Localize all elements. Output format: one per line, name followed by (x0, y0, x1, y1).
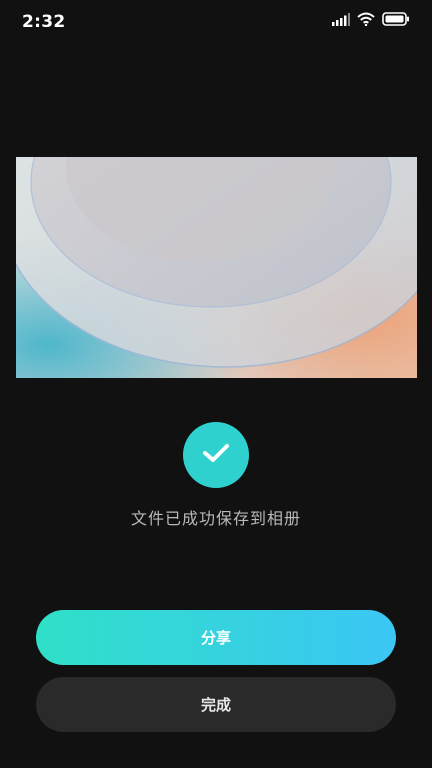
wifi-icon (357, 11, 375, 30)
status-icons (332, 11, 410, 30)
status-time: 2:32 (22, 12, 66, 32)
checkmark-icon (202, 442, 230, 468)
battery-icon (382, 11, 410, 30)
wallpaper-preview (16, 157, 417, 378)
success-message: 文件已成功保存到相册 (130, 509, 301, 528)
done-button[interactable]: 完成 (36, 677, 396, 732)
share-button[interactable]: 分享 (36, 610, 396, 665)
success-checkmark (183, 422, 249, 488)
signal-icon (332, 11, 350, 30)
status-bar: 2:32 (0, 0, 432, 44)
